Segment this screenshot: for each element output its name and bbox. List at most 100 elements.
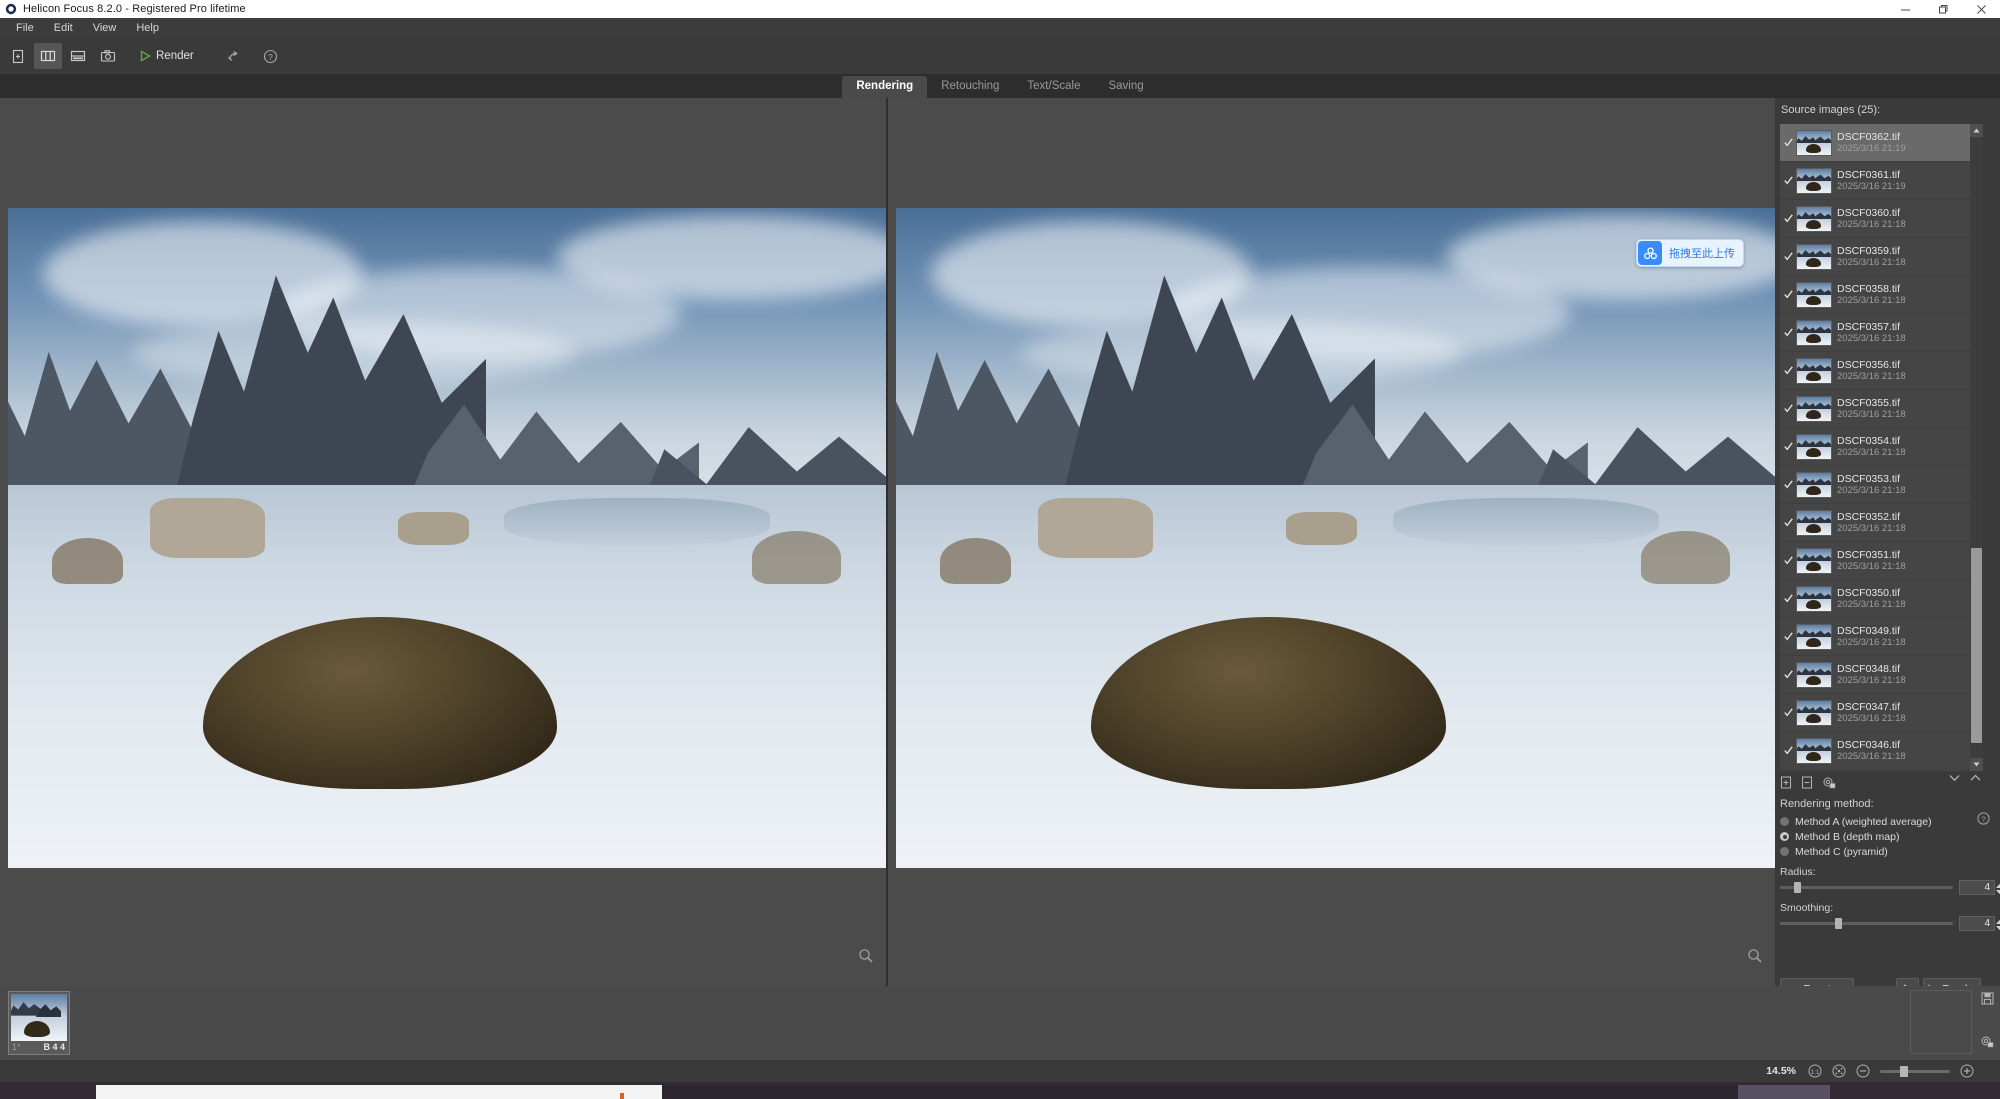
scroll-up-arrow-icon[interactable] [1970,124,1983,137]
source-image-row[interactable]: DSCF0355.tif2025/3/16 21:18 [1780,390,1983,428]
scrollbar-thumb[interactable] [1971,548,1982,743]
os-window-highlight[interactable] [1738,1085,1830,1099]
source-image-date: 2025/3/16 21:18 [1837,600,1906,611]
checkmark-icon[interactable] [1784,632,1793,641]
tab-rendering[interactable]: Rendering [842,76,927,98]
source-image-row[interactable]: DSCF0346.tif2025/3/16 21:18 [1780,732,1983,770]
magnifier-icon[interactable] [1747,948,1763,964]
filmstrip-item[interactable]: 1* B 4 4 [8,991,70,1055]
tab-retouching[interactable]: Retouching [927,76,1013,98]
os-window-marker [620,1093,624,1099]
source-image-row[interactable]: DSCF0350.tif2025/3/16 21:18 [1780,580,1983,618]
file-plus-icon[interactable] [1780,776,1792,789]
checkmark-icon[interactable] [1784,480,1793,489]
side-by-side-view-button[interactable] [34,43,62,69]
fit-to-window-icon[interactable] [1832,1064,1846,1078]
checkmark-icon[interactable] [1784,404,1793,413]
chevron-down-icon[interactable] [1949,774,1960,782]
source-thumbnail [1796,130,1832,156]
source-image-row[interactable]: DSCF0356.tif2025/3/16 21:18 [1780,352,1983,390]
share-icon[interactable] [219,43,247,69]
smoothing-slider-knob[interactable] [1835,918,1842,929]
stacked-view-button[interactable] [64,43,92,69]
gear-image-icon[interactable] [1822,776,1836,789]
radius-slider-knob[interactable] [1794,882,1801,893]
zoom-slider[interactable] [1880,1070,1950,1073]
close-button[interactable] [1962,0,2000,18]
method-b-option[interactable]: Method B (depth map) [1780,829,1995,844]
checkmark-icon[interactable] [1784,252,1793,261]
checkmark-icon[interactable] [1784,366,1793,375]
source-image-row[interactable]: DSCF0354.tif2025/3/16 21:18 [1780,428,1983,466]
radius-slider[interactable] [1780,886,1953,889]
checkmark-icon[interactable] [1784,518,1793,527]
source-image-row[interactable]: DSCF0361.tif2025/3/16 21:19 [1780,162,1983,200]
radio-method-b[interactable] [1780,832,1789,841]
menu-edit[interactable]: Edit [44,20,83,36]
source-image-row[interactable]: DSCF0353.tif2025/3/16 21:18 [1780,466,1983,504]
chevron-up-icon[interactable] [1970,774,1981,782]
list-scrollbar[interactable] [1970,124,1983,771]
menu-file[interactable]: File [6,20,44,36]
zoom-out-icon[interactable] [1856,1064,1870,1078]
checkmark-icon[interactable] [1784,214,1793,223]
magnifier-icon[interactable] [858,948,874,964]
source-image-row[interactable]: DSCF0347.tif2025/3/16 21:18 [1780,694,1983,732]
source-image-date: 2025/3/16 21:18 [1837,334,1906,345]
one-to-one-icon[interactable]: 1:1 [1808,1064,1822,1078]
toolbar-render-button[interactable]: Render [134,47,203,65]
source-image-row[interactable]: DSCF0359.tif2025/3/16 21:18 [1780,238,1983,276]
helicon-focus-window: Helicon Focus 8.2.0 - Registered Pro lif… [0,0,2000,1099]
source-image-row[interactable]: DSCF0358.tif2025/3/16 21:18 [1780,276,1983,314]
smoothing-value[interactable]: 4 [1959,916,1995,931]
radius-value[interactable]: 4 [1959,880,1995,895]
tab-text-scale[interactable]: Text/Scale [1013,76,1094,98]
zoom-in-icon[interactable] [1960,1064,1974,1078]
status-bar: 14.5% 1:1 [0,1060,2000,1082]
checkmark-icon[interactable] [1784,138,1793,147]
checkmark-icon[interactable] [1784,442,1793,451]
gear-image-icon[interactable] [1980,1035,1994,1048]
radius-stepper[interactable] [1995,881,2000,896]
source-image-row[interactable]: DSCF0348.tif2025/3/16 21:18 [1780,656,1983,694]
checkmark-icon[interactable] [1784,708,1793,717]
minimize-button[interactable] [1886,0,1924,18]
save-icon[interactable] [1981,992,1994,1005]
checkmark-icon[interactable] [1784,176,1793,185]
checkmark-icon[interactable] [1784,594,1793,603]
question-circle-icon[interactable]: ? [257,43,285,69]
menu-view[interactable]: View [83,20,127,36]
source-image-row[interactable]: DSCF0349.tif2025/3/16 21:18 [1780,618,1983,656]
smoothing-slider[interactable] [1780,922,1953,925]
upload-overlay[interactable]: 拖拽至此上传 [1636,239,1744,267]
open-files-button[interactable] [4,43,32,69]
source-image-row[interactable]: DSCF0357.tif2025/3/16 21:18 [1780,314,1983,352]
os-window-dark[interactable] [662,1085,1738,1099]
checkmark-icon[interactable] [1784,556,1793,565]
question-circle-icon[interactable]: ? [1977,812,1990,825]
radio-method-a[interactable] [1780,817,1789,826]
source-image-row[interactable]: DSCF0352.tif2025/3/16 21:18 [1780,504,1983,542]
checkmark-icon[interactable] [1784,670,1793,679]
source-images-list[interactable]: DSCF0362.tif2025/3/16 21:19DSCF0361.tif2… [1780,124,1983,771]
checkmark-icon[interactable] [1784,290,1793,299]
file-minus-icon[interactable] [1801,776,1813,789]
os-window-light[interactable] [96,1085,662,1099]
tab-saving[interactable]: Saving [1094,76,1157,98]
method-c-option[interactable]: Method C (pyramid) [1780,844,1995,859]
restore-button[interactable] [1924,0,1962,18]
radio-method-c[interactable] [1780,847,1789,856]
scroll-down-arrow-icon[interactable] [1970,758,1983,771]
checkmark-icon[interactable] [1784,746,1793,755]
checkmark-icon[interactable] [1784,328,1793,337]
source-image-pane[interactable] [0,98,886,986]
source-image-row[interactable]: DSCF0351.tif2025/3/16 21:18 [1780,542,1983,580]
source-image-row[interactable]: DSCF0362.tif2025/3/16 21:19 [1780,124,1983,162]
zoom-slider-knob[interactable] [1900,1066,1908,1077]
source-image-row[interactable]: DSCF0360.tif2025/3/16 21:18 [1780,200,1983,238]
result-image-pane[interactable] [888,98,1775,986]
method-a-option[interactable]: Method A (weighted average) [1780,814,1995,829]
menu-help[interactable]: Help [126,20,169,36]
smoothing-stepper[interactable] [1995,917,2000,932]
snapshot-button[interactable] [94,43,122,69]
